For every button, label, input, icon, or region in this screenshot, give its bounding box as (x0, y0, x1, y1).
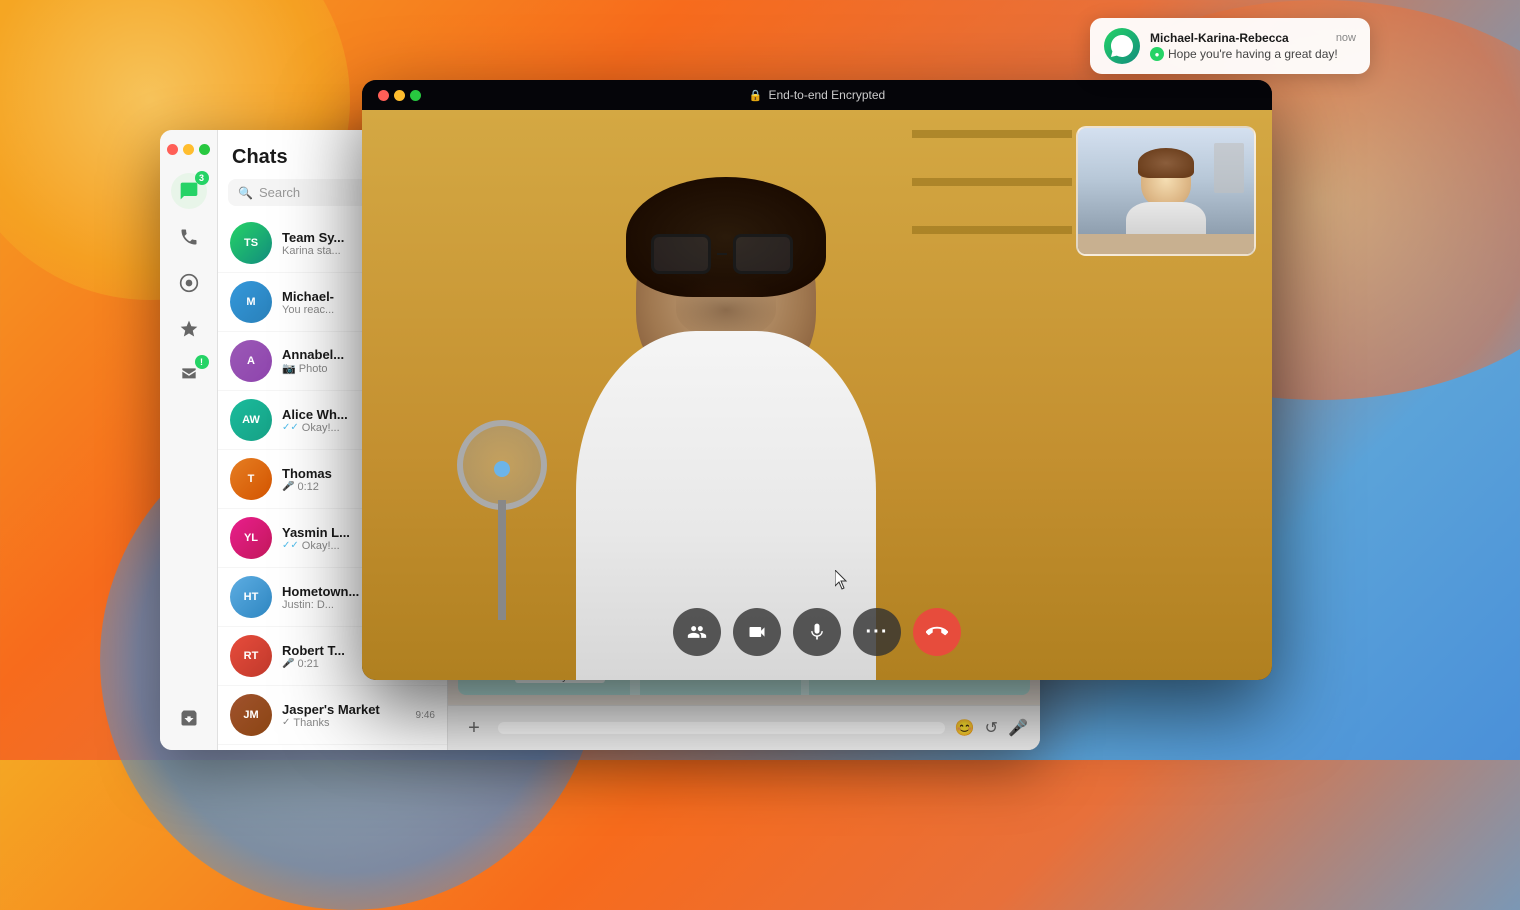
chat-avatar-hometown: HT (230, 576, 272, 618)
chat-avatar-robert: RT (230, 635, 272, 677)
chat-meta-jasper: 9:46 (416, 710, 435, 721)
chat-badge: 3 (195, 171, 209, 185)
participants-button[interactable] (673, 608, 721, 656)
sidebar-item-archive[interactable] (171, 700, 207, 736)
search-icon: 🔍 (238, 186, 253, 200)
maximize-button[interactable] (199, 144, 210, 155)
minimize-button[interactable] (183, 144, 194, 155)
message-input[interactable] (498, 722, 945, 734)
more-options-button[interactable]: ··· (853, 608, 901, 656)
end-call-button[interactable] (913, 608, 961, 656)
chat-preview: ✓ Thanks (282, 717, 406, 729)
titlebar-center: 🔒 End-to-end Encrypted (749, 88, 885, 102)
encryption-status: End-to-end Encrypted (768, 88, 885, 102)
video-maximize-button[interactable] (410, 90, 421, 101)
sidebar-item-status[interactable] (171, 265, 207, 301)
chat-name: Jasper's Market (282, 702, 406, 717)
notification-avatar (1104, 28, 1140, 64)
sidebar-item-starred[interactable] (171, 311, 207, 347)
notification-toast[interactable]: Michael-Karina-Rebecca now ● Hope you're… (1090, 18, 1370, 74)
video-call-window: 🔒 End-to-end Encrypted (362, 80, 1272, 680)
emoji-button[interactable]: 😊 (955, 718, 975, 738)
sidebar: 3 ! (160, 130, 218, 750)
chat-input-bar: + 😊 ↺ 🎤 (448, 705, 1040, 750)
chat-time: 9:46 (416, 710, 435, 721)
video-close-button[interactable] (378, 90, 389, 101)
chat-item-jasper[interactable]: JM Jasper's Market ✓ Thanks 9:46 (218, 686, 447, 745)
video-call-titlebar: 🔒 End-to-end Encrypted (362, 80, 1272, 110)
chat-avatar-yasmin: YL (230, 517, 272, 559)
channel-badge: ! (195, 355, 209, 369)
chat-avatar-team-sy: TS (230, 222, 272, 264)
chat-info-jasper: Jasper's Market ✓ Thanks (282, 702, 406, 729)
sidebar-item-chats[interactable]: 3 (171, 173, 207, 209)
pip-video-content (1078, 128, 1254, 254)
video-toggle-button[interactable] (733, 608, 781, 656)
sticker-button[interactable]: ↺ (985, 718, 998, 738)
lock-icon: 🔒 (749, 89, 763, 102)
close-button[interactable] (167, 144, 178, 155)
video-window-controls (378, 90, 421, 101)
notification-message: ● Hope you're having a great day! (1150, 47, 1356, 61)
whatsapp-mini-icon: ● (1150, 47, 1164, 61)
chat-avatar-alice: AW (230, 399, 272, 441)
notification-content: Michael-Karina-Rebecca now ● Hope you're… (1150, 31, 1356, 61)
chat-avatar-thomas: T (230, 458, 272, 500)
chat-avatar-michael: M (230, 281, 272, 323)
chat-avatar-jasper: JM (230, 694, 272, 736)
search-input[interactable]: Search (259, 185, 300, 200)
self-view-pip (1076, 126, 1256, 256)
glasses (651, 234, 801, 274)
chat-avatar-annabel: A (230, 340, 272, 382)
notification-time: now (1336, 32, 1356, 44)
voice-button[interactable]: 🎤 (1008, 718, 1028, 738)
add-attachment-button[interactable]: + (460, 714, 488, 742)
video-main-area: ··· (362, 110, 1272, 680)
call-controls: ··· (673, 608, 961, 656)
video-minimize-button[interactable] (394, 90, 405, 101)
video-person-main (466, 167, 986, 680)
sidebar-item-calls[interactable] (171, 219, 207, 255)
sidebar-item-channels[interactable]: ! (171, 357, 207, 393)
window-controls (167, 144, 210, 155)
notification-sender: Michael-Karina-Rebecca (1150, 31, 1289, 45)
mute-button[interactable] (793, 608, 841, 656)
